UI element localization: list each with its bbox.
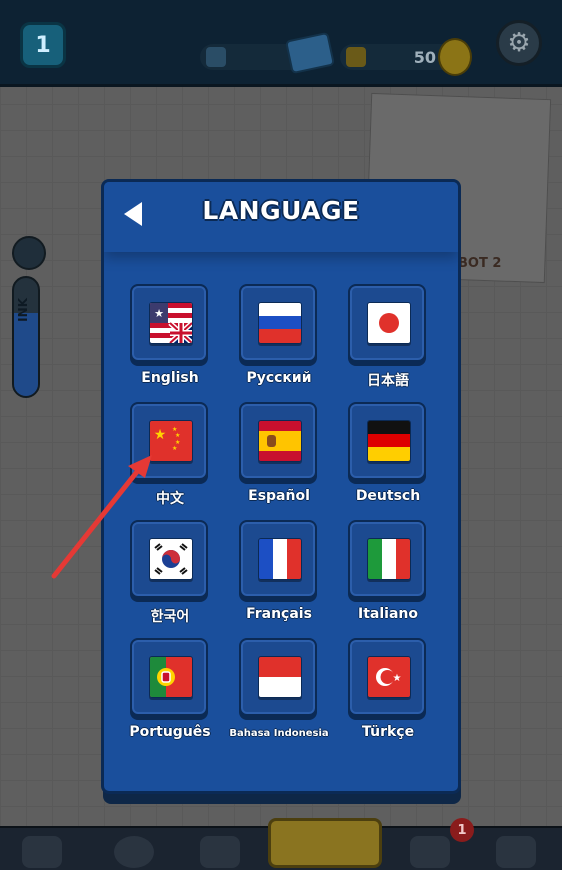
ink-meter-fill (14, 313, 38, 396)
language-option-china[interactable]: ★ ★ ★ ★ ★ 中文 (130, 402, 210, 514)
language-tile[interactable] (130, 520, 208, 598)
china-flag-icon: ★ ★ ★ ★ ★ (149, 420, 193, 462)
language-tile[interactable] (348, 284, 426, 362)
language-option-russia[interactable]: Русский (239, 284, 319, 396)
language-option-spain[interactable]: Español (239, 402, 319, 514)
ink-meter: INK (12, 276, 40, 398)
uk-us-flag-icon: ★ (149, 302, 193, 344)
language-label: Bahasa Indonesia (229, 728, 329, 739)
top-bar: 1 0 50 ⚙ (0, 0, 562, 87)
turkey-flag-icon: ★ (367, 656, 411, 698)
indonesia-flag-icon (258, 656, 302, 698)
language-tile[interactable] (239, 638, 317, 716)
language-label: Italiano (358, 606, 418, 622)
nav-emoji-icon[interactable] (114, 836, 154, 868)
nav-locked-icon[interactable] (200, 836, 240, 868)
russia-flag-icon (258, 302, 302, 344)
language-tile[interactable] (130, 638, 208, 716)
robot-label: BOT 2 (458, 256, 502, 271)
language-tile[interactable] (239, 284, 317, 362)
language-option-portugal[interactable]: Português (129, 638, 211, 750)
notification-badge: 1 (450, 818, 474, 842)
svg-text:★: ★ (175, 432, 180, 439)
svg-text:★: ★ (393, 673, 402, 684)
korea-flag-icon (149, 538, 193, 580)
settings-gear-icon[interactable]: ⚙ (496, 20, 542, 66)
language-tile[interactable] (239, 402, 317, 480)
language-label: 한국어 (150, 609, 190, 625)
language-option-germany[interactable]: Deutsch (348, 402, 428, 514)
nav-shop-icon[interactable] (22, 836, 62, 868)
language-option-turkey[interactable]: ★ Türkçe (348, 638, 428, 750)
language-label: 日本語 (367, 373, 409, 389)
dialog-title: LANGUAGE (202, 196, 360, 225)
language-option-indonesia[interactable]: Bahasa Indonesia (229, 638, 329, 750)
italy-flag-icon (367, 538, 411, 580)
language-option-japan[interactable]: 日本語 (348, 284, 428, 396)
ticket-icon (284, 31, 336, 75)
spain-flag-icon (258, 420, 302, 462)
language-label: Français (246, 606, 312, 622)
language-label: Español (248, 488, 310, 504)
nav-locked-icon-2[interactable] (496, 836, 536, 868)
language-tile[interactable]: ★ (130, 284, 208, 362)
svg-text:★: ★ (154, 307, 164, 320)
portugal-flag-icon (149, 656, 193, 698)
germany-flag-icon (367, 420, 411, 462)
dialog-header: LANGUAGE (104, 182, 458, 252)
language-tile[interactable] (348, 520, 426, 598)
ink-label: INK (16, 298, 30, 322)
coins-value: 50 (413, 47, 436, 67)
language-tile[interactable] (239, 520, 317, 598)
language-tile[interactable]: ★ (348, 638, 426, 716)
language-label: Deutsch (355, 488, 421, 504)
nav-parts-icon[interactable] (410, 836, 450, 868)
language-label: Türkçe (361, 724, 415, 740)
language-option-uk-us[interactable]: ★ English (130, 284, 210, 396)
language-dialog: LANGUAGE ★ English Русский 日本語 ★ ★ ★ ★ ★ 中文 Españo… (101, 179, 461, 794)
coin-icon (438, 38, 472, 76)
add-coins-icon[interactable] (346, 47, 366, 67)
svg-text:★: ★ (154, 427, 167, 443)
language-tile[interactable] (348, 402, 426, 480)
nav-battle-icon[interactable] (268, 818, 382, 868)
language-label: Português (129, 724, 211, 740)
ink-drop-icon (12, 236, 46, 270)
france-flag-icon (258, 538, 302, 580)
svg-text:★: ★ (172, 445, 177, 452)
japan-flag-icon (367, 302, 411, 344)
language-option-italy[interactable]: Italiano (348, 520, 428, 632)
language-tile[interactable]: ★ ★ ★ ★ ★ (130, 402, 208, 480)
language-label: Русский (246, 370, 312, 386)
level-badge[interactable]: 1 (20, 22, 66, 68)
language-label: English (141, 370, 199, 386)
language-option-korea[interactable]: 한국어 (130, 520, 210, 632)
language-option-france[interactable]: Français (239, 520, 319, 632)
ticket-small-icon (206, 47, 226, 67)
language-label: 中文 (156, 491, 184, 507)
